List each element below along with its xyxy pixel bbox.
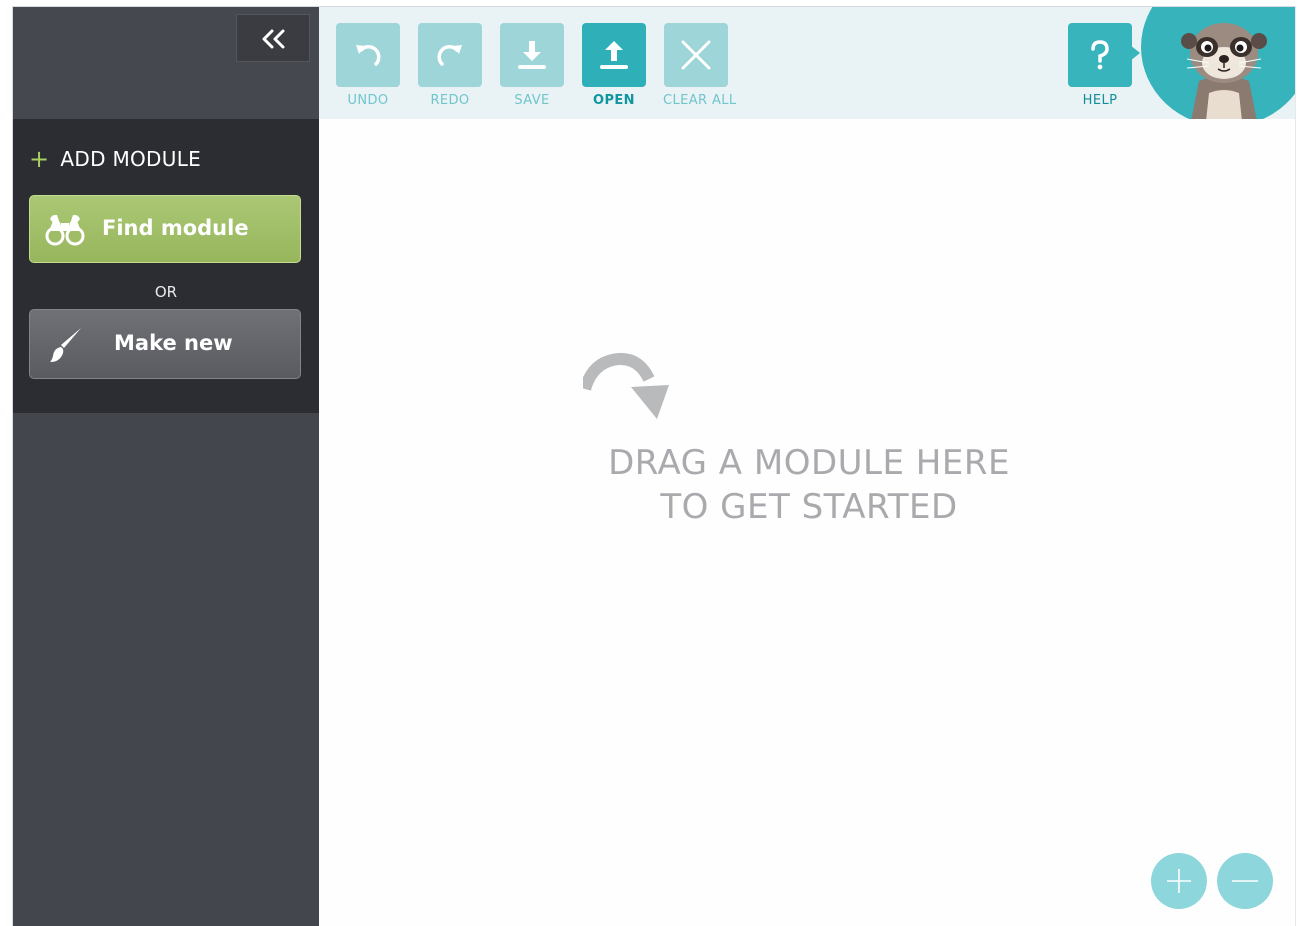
empty-state-line2: TO GET STARTED [660,487,958,527]
double-chevron-left-icon [262,29,285,49]
open-button[interactable]: OPEN [581,23,647,108]
find-module-label: Find module [102,216,249,240]
paintbrush-icon [50,328,81,362]
zoom-in-button[interactable] [1151,853,1207,909]
collapse-sidebar-button[interactable] [236,14,310,62]
question-mark-icon [1091,40,1109,70]
make-new-label: Make new [114,331,233,355]
upload-icon [600,41,628,69]
close-icon [681,40,711,70]
clear-all-label: CLEAR ALL [663,93,737,108]
help-icon-box [1068,23,1140,87]
app-window: + ADD MODULE Find module OR Make new UND… [12,6,1296,926]
open-label: OPEN [593,93,635,108]
plus-icon [1167,869,1191,893]
binoculars-icon [45,214,85,246]
undo-icon-box [336,23,400,87]
curved-arrow-icon [583,353,669,419]
undo-icon [356,45,381,66]
save-label: SAVE [514,93,550,108]
clear-all-button[interactable]: CLEAR ALL [663,23,737,108]
help-speech-tail [1130,45,1140,61]
save-button[interactable]: SAVE [499,23,565,108]
save-icon-box [500,23,564,87]
meerkat-mascot [1141,7,1295,127]
workspace-canvas[interactable]: DRAG A MODULE HERE TO GET STARTED [319,119,1295,926]
sidebar: + ADD MODULE Find module OR Make new [13,7,319,926]
open-icon-box [582,23,646,87]
download-icon [518,41,546,69]
find-module-button[interactable]: Find module [29,195,301,263]
add-module-label: ADD MODULE [60,147,202,171]
make-new-button[interactable]: Make new [29,309,301,379]
undo-label: UNDO [347,93,389,108]
minus-icon [1232,880,1258,882]
redo-button[interactable]: REDO [417,23,483,108]
redo-icon-box [418,23,482,87]
help-button[interactable]: HELP [1067,23,1140,108]
add-module-heading: + ADD MODULE [29,147,201,171]
zoom-out-button[interactable] [1217,853,1273,909]
redo-icon [437,45,462,66]
clear-all-icon-box [664,23,728,87]
plus-icon: + [29,145,50,173]
undo-button[interactable]: UNDO [335,23,401,108]
meerkat-icon [1181,23,1267,127]
sidebar-header [13,7,319,119]
redo-label: REDO [430,93,470,108]
empty-state-line1: DRAG A MODULE HERE [608,443,1010,483]
toolbar: UNDO REDO SAVE OPEN CLEAR ALL HELP [319,7,1295,127]
add-module-panel: + ADD MODULE Find module OR Make new [13,119,319,413]
or-separator: OR [154,283,178,301]
empty-state-message: DRAG A MODULE HERE TO GET STARTED [499,441,1119,529]
help-label: HELP [1082,93,1118,108]
